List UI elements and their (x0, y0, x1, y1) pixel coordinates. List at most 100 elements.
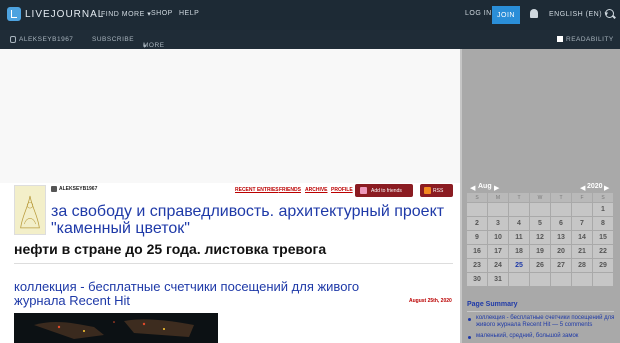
entry-image[interactable] (14, 313, 218, 343)
page-summary-title: Page Summary (467, 301, 518, 308)
calendar-day: 22 (593, 245, 614, 259)
journal-userpic[interactable] (14, 185, 46, 235)
calendar-empty-cell (530, 273, 551, 287)
shop-link[interactable]: SHOP (151, 10, 173, 17)
calendar-empty-cell (530, 203, 551, 217)
nav-profile[interactable]: PROFILE (331, 187, 353, 193)
user-icon (10, 36, 16, 43)
ad-area (0, 49, 460, 183)
entry-image-drawing (14, 313, 218, 343)
calendar-day[interactable]: 25 (509, 259, 530, 273)
entry-title-link[interactable]: коллекция - бесплатные счетчики посещени… (14, 280, 394, 308)
calendar-empty-cell (572, 273, 593, 287)
logo-text: LIVEJOURNAL (25, 8, 105, 20)
journal-user-name: ALEKSEYB1967 (59, 186, 98, 192)
nav-friends[interactable]: FRIENDS (279, 187, 301, 193)
readability-label[interactable]: READABILITY (566, 36, 614, 43)
calendar-empty-cell (509, 203, 530, 217)
calendar-day: 5 (530, 217, 551, 231)
calendar-day: 21 (572, 245, 593, 259)
calendar-day: 15 (593, 231, 614, 245)
calendar-day: 16 (467, 245, 488, 259)
calendar-day: 31 (488, 273, 509, 287)
calendar-dow-label: S (467, 193, 488, 203)
calendar-day: 14 (572, 231, 593, 245)
calendar-day: 30 (467, 273, 488, 287)
calendar-empty-cell (551, 273, 572, 287)
journal-toolbar: ALEKSEYB1967 SUBSCRIBE MORE ▾ READABILIT… (0, 30, 620, 50)
top-navigation-bar: LIVEJOURNAL FIND MORE ▾ SHOP HELP LOG IN… (0, 0, 620, 30)
calendar-empty-cell (488, 203, 509, 217)
calendar-day: 19 (530, 245, 551, 259)
calendar-day: 9 (467, 231, 488, 245)
calendar-day: 3 (488, 217, 509, 231)
calendar-year[interactable]: 2020 (587, 183, 603, 190)
page-summary-item[interactable]: коллекция - бесплатные счетчики посещени… (476, 315, 616, 329)
calendar-day: 10 (488, 231, 509, 245)
userpic-drawing (15, 186, 45, 234)
calendar-day: 13 (551, 231, 572, 245)
calendar-dow-label: M (488, 193, 509, 203)
calendar-day: 11 (509, 231, 530, 245)
calendar-day: 8 (593, 217, 614, 231)
join-button[interactable]: JOIN (492, 6, 520, 24)
subscribe-link[interactable]: SUBSCRIBE (92, 36, 134, 43)
calendar-day: 20 (551, 245, 572, 259)
journal-user-label[interactable]: ALEKSEYB1967 (51, 186, 97, 192)
search-icon[interactable] (605, 9, 614, 18)
page-summary-item[interactable]: маленький, средний, большой замок (476, 333, 616, 340)
calendar-month[interactable]: Aug (478, 183, 492, 190)
livejournal-logo[interactable]: LIVEJOURNAL (7, 7, 104, 21)
calendar-day: 24 (488, 259, 509, 273)
rss-button[interactable]: RSS (420, 184, 453, 197)
calendar-day: 1 (593, 203, 614, 217)
user-icon (51, 186, 57, 192)
journal-username-link[interactable]: ALEKSEYB1967 (19, 36, 73, 43)
calendar-empty-cell (593, 273, 614, 287)
calendar-dow-label: W (530, 193, 551, 203)
readability-checkbox[interactable] (557, 36, 563, 42)
bullet (468, 318, 471, 321)
notification-bell-icon[interactable] (530, 9, 538, 18)
calendar-day: 18 (509, 245, 530, 259)
next-year-icon[interactable]: ▶ (604, 184, 609, 192)
nav-archive[interactable]: ARCHIVE (305, 187, 328, 193)
language-selector[interactable]: ENGLISH (EN) ▾ (549, 10, 609, 18)
livejournal-logo-icon (7, 7, 21, 21)
prev-month-icon[interactable]: ◀ (470, 184, 475, 192)
add-to-friends-button[interactable]: Add to friends (355, 184, 413, 197)
calendar-day: 27 (551, 259, 572, 273)
help-link[interactable]: HELP (179, 10, 199, 17)
calendar-empty-cell (572, 203, 593, 217)
entry-date: August 25th, 2020 (409, 298, 452, 304)
nav-recent-entries[interactable]: RECENT ENTRIES (235, 187, 279, 193)
calendar-empty-cell (509, 273, 530, 287)
journal-subtitle: нефти в стране до 25 года. листовка трев… (14, 241, 327, 257)
calendar-empty-cell (467, 203, 488, 217)
calendar-day: 29 (593, 259, 614, 273)
find-more-menu[interactable]: FIND MORE ▾ (101, 10, 151, 18)
calendar-dow-label: T (551, 193, 572, 203)
calendar-day: 12 (530, 231, 551, 245)
calendar-day: 4 (509, 217, 530, 231)
language-label: ENGLISH (EN) (549, 11, 603, 18)
calendar-grid: S M T W T F S 1 2 3 4 5 6 7 8 9 10 11 12 13 14 15 16 17 18 19 20 21… (467, 193, 614, 287)
next-month-icon[interactable]: ▶ (494, 184, 499, 192)
sidebar-edge (460, 49, 462, 343)
page-summary-divider (467, 311, 614, 312)
calendar-day: 28 (572, 259, 593, 273)
calendar-day: 6 (551, 217, 572, 231)
calendar-day: 23 (467, 259, 488, 273)
prev-year-icon[interactable]: ◀ (580, 184, 585, 192)
calendar-dow-label: T (509, 193, 530, 203)
calendar-day: 2 (467, 217, 488, 231)
login-link[interactable]: LOG IN (465, 10, 492, 17)
calendar-day: 26 (530, 259, 551, 273)
bullet (468, 336, 471, 339)
divider (14, 263, 453, 264)
calendar-dow-label: S (593, 193, 614, 203)
calendar-empty-cell (551, 203, 572, 217)
calendar-day: 17 (488, 245, 509, 259)
journal-title[interactable]: за свободу и справедливость. архитектурн… (51, 203, 451, 237)
calendar-day: 7 (572, 217, 593, 231)
